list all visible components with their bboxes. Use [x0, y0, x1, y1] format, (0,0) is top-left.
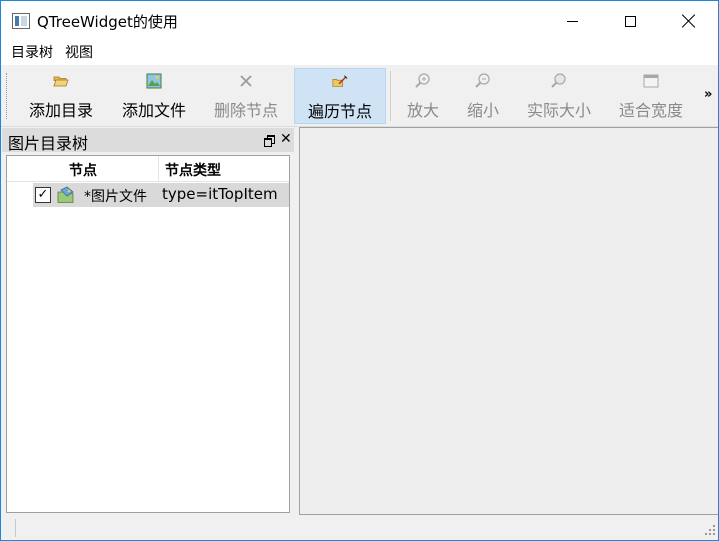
dock-float-icon[interactable]	[264, 135, 275, 147]
zoom-out-button[interactable]: 缩小	[457, 68, 509, 124]
row-checkbox[interactable]: ✓	[35, 187, 51, 203]
title-bar: QTreeWidget的使用	[1, 1, 718, 41]
close-icon	[682, 14, 696, 28]
app-icon	[12, 13, 30, 29]
actual-size-icon	[551, 73, 567, 89]
delete-icon	[238, 73, 254, 89]
add-folder-button[interactable]: 添加目录	[15, 68, 107, 124]
fit-width-icon	[643, 73, 659, 89]
menu-view[interactable]: 视图	[59, 41, 99, 65]
node-label: *图片文件	[84, 189, 147, 205]
dock-close-icon[interactable]: ✕	[280, 131, 292, 147]
minimize-button[interactable]	[543, 1, 601, 41]
open-folder-icon	[53, 73, 69, 89]
add-file-button[interactable]: 添加文件	[111, 68, 197, 124]
image-tree[interactable]: 节点 节点类型 ✓ *图片文件 type=itTopItem	[6, 155, 290, 513]
toolbar: 添加目录 添加文件 删除节点 遍历节点 放大 缩小 实际大小 适合宽度 »	[1, 65, 718, 127]
add-folder-label: 添加目录	[28, 101, 93, 120]
toolbar-overflow-icon[interactable]: »	[704, 87, 712, 102]
window-title: QTreeWidget的使用	[37, 13, 178, 31]
minimize-icon	[566, 20, 578, 22]
node-type-value: type=itTopItem	[162, 185, 278, 203]
add-file-label: 添加文件	[121, 101, 186, 120]
zoom-out-icon	[475, 73, 491, 89]
traverse-nodes-label: 遍历节点	[307, 102, 372, 121]
actual-size-button[interactable]: 实际大小	[517, 68, 601, 124]
zoom-in-icon	[415, 73, 431, 89]
menu-tree[interactable]: 目录树	[5, 41, 59, 65]
main-window: QTreeWidget的使用 目录树 视图 添加目录 添加文件 删除节点 遍历节…	[0, 0, 719, 541]
actual-size-label: 实际大小	[526, 101, 591, 120]
tree-row[interactable]: ✓ *图片文件 type=itTopItem	[33, 183, 289, 207]
toolbar-grip[interactable]	[6, 73, 9, 119]
zoom-in-label: 放大	[406, 101, 439, 120]
status-separator	[15, 519, 16, 537]
add-image-icon	[146, 73, 162, 89]
maximize-icon	[624, 15, 636, 27]
column-header-node-type[interactable]: 节点类型	[165, 160, 221, 180]
traverse-nodes-button[interactable]: 遍历节点	[294, 68, 386, 124]
dock-title-bar[interactable]: 图片目录树 ✕	[2, 128, 294, 153]
delete-node-label: 删除节点	[213, 101, 278, 120]
zoom-out-label: 缩小	[466, 101, 499, 120]
tree-header: 节点 节点类型	[7, 156, 289, 182]
traverse-icon	[332, 74, 348, 90]
maximize-button[interactable]	[601, 1, 659, 41]
dock-title: 图片目录树	[8, 134, 89, 153]
image-file-icon	[57, 186, 77, 204]
menu-bar: 目录树 视图	[1, 41, 718, 65]
zoom-in-button[interactable]: 放大	[397, 68, 449, 124]
delete-node-button[interactable]: 删除节点	[201, 68, 291, 124]
central-image-area[interactable]	[299, 127, 718, 515]
size-grip-icon[interactable]	[704, 525, 716, 537]
toolbar-separator	[390, 71, 391, 121]
close-button[interactable]	[660, 1, 718, 41]
fit-width-label: 适合宽度	[618, 101, 683, 120]
column-header-node[interactable]: 节点	[69, 160, 97, 180]
column-divider[interactable]	[158, 156, 159, 182]
fit-width-button[interactable]: 适合宽度	[609, 68, 693, 124]
status-bar	[2, 517, 717, 540]
